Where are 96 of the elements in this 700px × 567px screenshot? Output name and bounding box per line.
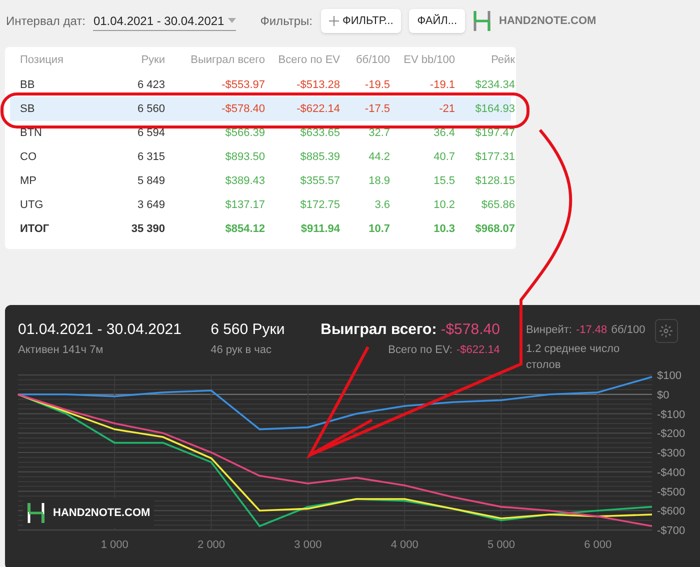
table-cell-text: -$553.97 bbox=[220, 78, 265, 93]
filter-button[interactable]: ФИЛЬТР... bbox=[320, 9, 402, 33]
file-button[interactable]: ФАЙЛ... bbox=[409, 9, 466, 33]
table-cell-text: $137.17 bbox=[224, 198, 265, 213]
table-cell-text: $968.07 bbox=[474, 222, 515, 237]
table-cell-text: $234.34 bbox=[474, 78, 515, 93]
axis-label: -$400 bbox=[657, 466, 686, 479]
table-cell-text: -19.1 bbox=[428, 78, 455, 93]
column-header: Рейк bbox=[490, 52, 515, 68]
table-cell-text: -21 bbox=[438, 102, 455, 117]
axis-label: $0 bbox=[657, 389, 670, 402]
table-cell-text: $911.94 bbox=[300, 222, 340, 237]
average-tables: 1.2 среднее число столов bbox=[526, 340, 654, 374]
filters-label: Фильтры: bbox=[260, 13, 313, 30]
axis-label: -$300 bbox=[657, 448, 686, 460]
table-cell-text: 10.3 bbox=[432, 222, 455, 237]
table-cell-text: 10.7 bbox=[368, 222, 390, 237]
logo-text: HAND2NOTE.COM bbox=[499, 14, 596, 29]
logo-icon bbox=[27, 502, 45, 524]
axis-label: -$700 bbox=[657, 525, 686, 537]
table-cell-text: 6 594 bbox=[136, 126, 165, 141]
table-cell-text: BB bbox=[20, 78, 36, 93]
table-cell-text: MP bbox=[20, 174, 38, 189]
won-label: Выиграл всего: bbox=[320, 320, 437, 340]
logo-text: HAND2NOTE.COM bbox=[53, 506, 150, 521]
axis-label: $100 bbox=[657, 370, 682, 382]
hands-rate: 46 рук в час bbox=[210, 342, 272, 358]
axis-label: 4 000 bbox=[390, 539, 418, 551]
axis-label: -$100 bbox=[657, 408, 686, 421]
table-cell-text: 5 849 bbox=[136, 174, 165, 189]
date-range: 01.04.2021 - 30.04.2021 bbox=[18, 320, 182, 340]
table-cell-text: $566.39 bbox=[224, 126, 265, 141]
table-cell-text: -$513.28 bbox=[296, 78, 340, 93]
axis-label: 2 000 bbox=[198, 539, 226, 551]
date-label: Интервал дат: bbox=[6, 13, 86, 30]
table-cell-text: 35 390 bbox=[130, 222, 165, 237]
table-cell-text: -19.5 bbox=[364, 78, 390, 93]
line-series bbox=[17, 376, 653, 430]
ev-label: Всего по EV: bbox=[388, 342, 452, 358]
table-cell-text: 3 649 bbox=[136, 198, 165, 213]
table-cell-text: -$578.40 bbox=[220, 102, 265, 117]
axis-label: 3 000 bbox=[294, 539, 322, 551]
column-header: Всего по EV bbox=[277, 52, 340, 68]
axis-label: -$600 bbox=[657, 506, 686, 518]
hands-count: 6 560 Руки bbox=[210, 320, 286, 340]
table-cell-text: $893.50 bbox=[224, 150, 265, 165]
axis-label: -$200 bbox=[657, 428, 686, 440]
table-cell-text: 6 315 bbox=[136, 150, 165, 165]
table-cell-text: 36.4 bbox=[432, 126, 455, 141]
table-cell-text: $197.47 bbox=[474, 126, 515, 141]
table-cell-text: $885.39 bbox=[299, 150, 340, 165]
axis-label: 1 000 bbox=[100, 539, 128, 551]
column-header: Выиграл всего bbox=[190, 52, 265, 68]
column-header: Позиция bbox=[20, 52, 64, 68]
table-cell-text: $65.86 bbox=[480, 198, 515, 213]
column-header: Руки bbox=[140, 52, 165, 68]
axis-label: 5 000 bbox=[487, 539, 515, 551]
table-cell-text: $854.12 bbox=[224, 222, 265, 237]
table-cell-text: $355.57 bbox=[299, 174, 340, 189]
date-range-dropdown[interactable]: 01.04.2021 - 30.04.2021 bbox=[93, 12, 236, 30]
table-cell-text: -$622.14 bbox=[296, 102, 340, 117]
table-cell-text: SB bbox=[20, 102, 36, 117]
table-cell-text: 32.7 bbox=[368, 126, 390, 141]
table-cell-text: ИТОГ bbox=[20, 222, 50, 237]
plus-icon bbox=[328, 16, 339, 26]
column-header: EV bb/100 bbox=[402, 52, 455, 68]
table-cell-text: $633.65 bbox=[299, 126, 340, 141]
caret-icon bbox=[228, 18, 236, 23]
table-cell-text: 10.2 bbox=[432, 198, 455, 213]
axis-label: -$500 bbox=[657, 486, 686, 498]
table-cell-text: 6 560 bbox=[136, 102, 165, 117]
table-cell-text: $389.43 bbox=[224, 174, 265, 189]
table-cell-text: $177.31 bbox=[474, 150, 515, 165]
table-cell-text: 3.6 bbox=[374, 198, 390, 213]
column-header: бб/100 bbox=[354, 52, 390, 68]
table-cell-text: 40.7 bbox=[432, 150, 455, 165]
settings-button[interactable] bbox=[654, 319, 678, 343]
table-cell-text: CO bbox=[20, 150, 38, 165]
won-value: -$578.40 bbox=[440, 320, 500, 340]
table-cell-text: 15.5 bbox=[432, 174, 455, 189]
winrate-unit: бб/100 bbox=[611, 323, 646, 338]
table-cell-text: 18.9 bbox=[368, 174, 390, 189]
table-cell-text: 6 423 bbox=[136, 78, 165, 93]
winrate-value: -17.48 bbox=[576, 323, 608, 338]
ev-value: -$622.14 bbox=[456, 342, 500, 358]
winrate-label: Винрейт: bbox=[526, 323, 572, 338]
settings-icon bbox=[659, 324, 674, 338]
table-cell-text: BTN bbox=[20, 126, 43, 141]
table-cell-text: 44.2 bbox=[368, 150, 390, 165]
table-cell-text: $128.15 bbox=[474, 174, 515, 189]
table-cell-text: $172.75 bbox=[299, 198, 340, 213]
table-cell-text: UTG bbox=[20, 198, 44, 213]
active-time: Активен 141ч 7м bbox=[18, 342, 104, 358]
logo-icon bbox=[473, 10, 492, 32]
axis-label: 6 000 bbox=[584, 539, 612, 551]
table-cell-text: -17.5 bbox=[364, 102, 390, 117]
